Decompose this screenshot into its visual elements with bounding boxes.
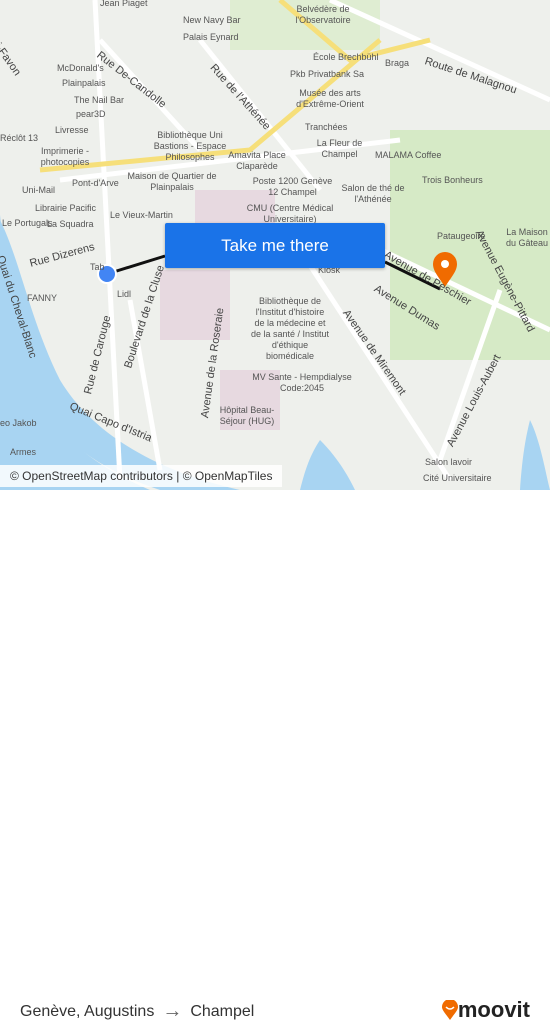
poi-label: Poste 1200 Genève 12 Champel	[252, 176, 333, 197]
destination-label: Champel	[190, 1002, 255, 1020]
arrow-right-icon: →	[162, 1000, 183, 1022]
poi-label: Belvédère de l'Observatoire	[295, 4, 351, 25]
poi-label: Palais Eynard	[183, 32, 239, 42]
poi-label: Plainpalais	[62, 78, 106, 88]
map-attribution[interactable]: © OpenStreetMap contributors | © OpenMap…	[0, 465, 283, 487]
poi-label: Uni-Mail	[22, 185, 56, 195]
poi-label: Maison de Quartier de Plainpalais	[127, 171, 217, 192]
poi-label: Livresse	[55, 125, 89, 135]
poi-label: New Navy Bar	[183, 15, 241, 25]
poi-label: Braga	[385, 58, 410, 68]
moovit-logo: moovit	[441, 997, 530, 1023]
origin-label: Genève, Augustins	[20, 1002, 155, 1020]
poi-label: Cité Universitaire	[423, 473, 492, 483]
poi-label: Bibliothèque de l'Institut d'histoire de…	[250, 296, 330, 361]
poi-label: Réclôt 13	[0, 133, 39, 143]
route-summary: Genève, Augustins → Champel	[20, 1000, 254, 1023]
poi-label: La Fleur de Champel	[316, 138, 363, 159]
poi-label: pear3D	[76, 109, 106, 119]
poi-label: Tab	[90, 262, 105, 272]
poi-label: Trois Bonheurs	[422, 175, 483, 185]
poi-label: Le Vieux-Martin	[110, 210, 173, 220]
footer: Genève, Augustins → Champel moovit	[0, 490, 550, 1022]
poi-label: Tranchées	[305, 122, 348, 132]
poi-label: Librairie Pacific	[35, 203, 97, 213]
poi-label: FANNY	[27, 293, 58, 303]
take-me-there-button[interactable]: Take me there	[165, 223, 385, 268]
poi-label: MALAMA Coffee	[375, 150, 442, 160]
poi-label: Armes	[10, 447, 37, 457]
poi-label: Pkb Privatbank Sa	[290, 69, 365, 79]
poi-label: CMU (Centre Médical Universitaire)	[246, 203, 334, 224]
poi-label: École Brechbühl	[313, 52, 379, 62]
poi-label: MV Sante - Hempdialyse Code:2045	[252, 372, 352, 393]
poi-label: La Maison du Gâteau	[505, 227, 549, 248]
poi-label: Salon de thé de l'Athénée	[341, 183, 405, 204]
poi-label: Le Portugals	[2, 218, 53, 228]
moovit-pin-icon	[441, 1000, 458, 1020]
map[interactable]: Jean Piaget New Navy Bar Belvédère de l'…	[0, 0, 550, 490]
poi-label: Lidl	[117, 289, 132, 299]
poi-label: Musée des arts d'Extrême-Orient	[296, 88, 364, 109]
poi-label: The Nail Bar	[74, 95, 125, 105]
poi-label: Imprimerie - photocopies	[40, 146, 90, 167]
poi-label: Hôpital Beau-Séjour (HUG)	[219, 405, 275, 426]
poi-label: eo Jakob	[0, 418, 37, 428]
poi-label: Pont-d'Arve	[72, 178, 119, 188]
poi-label: Jean Piaget	[100, 0, 148, 8]
poi-label: McDonald's	[57, 63, 104, 73]
poi-label: La Squadra	[47, 219, 94, 229]
poi-label: Salon lavoir	[425, 457, 473, 467]
poi-label: Amavita Place Claparède	[228, 150, 286, 171]
